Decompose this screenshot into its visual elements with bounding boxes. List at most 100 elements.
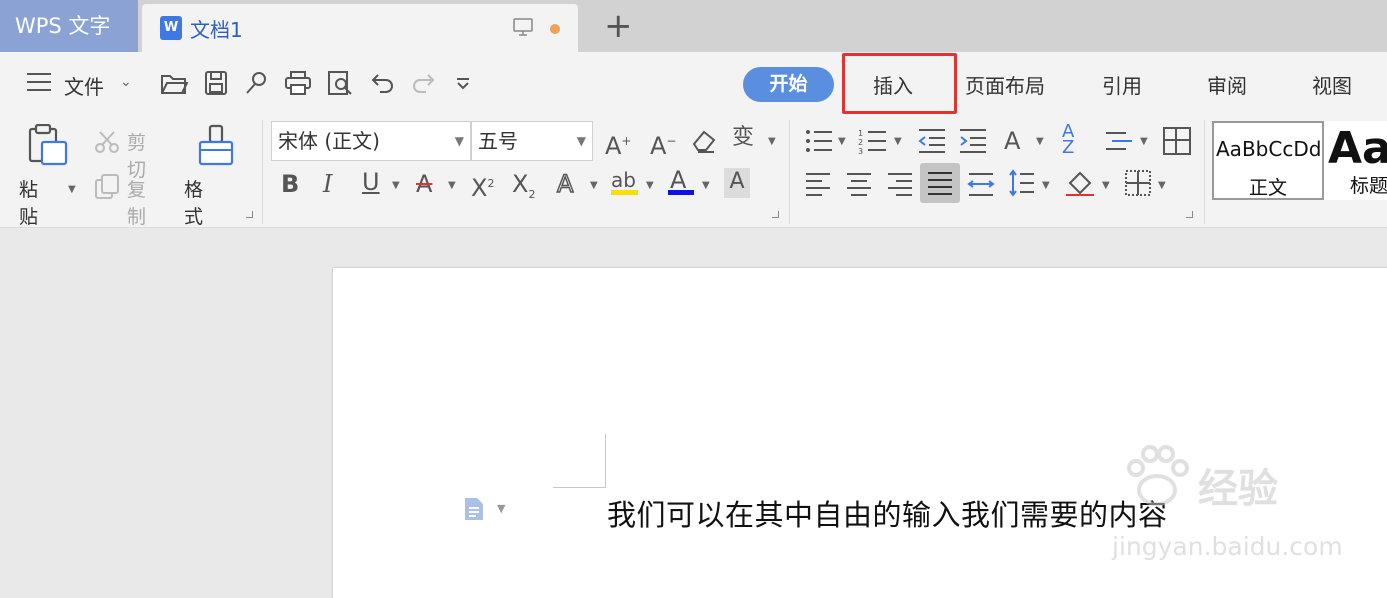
chevron-down-icon[interactable]: ▼: [838, 136, 846, 147]
chevron-down-icon[interactable]: ▼: [702, 180, 710, 191]
style-name: 正文: [1248, 177, 1287, 199]
document-tab[interactable]: W 文档1: [142, 4, 578, 52]
margin-guide: [605, 434, 606, 488]
tab-references[interactable]: 引用: [1102, 70, 1142, 99]
file-menu[interactable]: 文件: [64, 71, 104, 100]
margin-guide: [553, 487, 606, 488]
align-center-icon[interactable]: [845, 171, 873, 197]
paragraph-dialog-launcher-icon[interactable]: [1186, 211, 1193, 218]
show-hide-marks-icon[interactable]: [1104, 128, 1134, 154]
clear-formatting-eraser-icon[interactable]: [690, 128, 718, 154]
subscript-icon[interactable]: X2: [512, 170, 535, 209]
chevron-down-icon[interactable]: ▼: [455, 122, 464, 160]
chevron-down-icon[interactable]: ▼: [768, 136, 776, 147]
font-size-combo[interactable]: 五号 ▼: [471, 121, 593, 161]
tab-review[interactable]: 审阅: [1207, 70, 1247, 99]
new-tab-plus-icon[interactable]: +: [604, 8, 633, 44]
paste-dropdown-icon[interactable]: ▼: [68, 184, 76, 195]
tab-page-layout[interactable]: 页面布局: [965, 70, 1045, 99]
borders-icon[interactable]: [1124, 169, 1152, 197]
cut-button[interactable]: 剪切: [127, 128, 146, 182]
document-body-text[interactable]: 我们可以在其中自由的输入我们需要的内容: [607, 492, 1168, 534]
phonetic-guide-icon[interactable]: 变: [732, 124, 754, 152]
app-tab[interactable]: WPS 文字: [0, 0, 138, 52]
chevron-down-icon[interactable]: ▼: [894, 136, 902, 147]
undo-icon[interactable]: [368, 70, 396, 96]
tab-start[interactable]: 开始: [743, 67, 834, 102]
svg-text:1: 1: [858, 129, 863, 138]
wps-window: WPS 文字 W 文档1 + 文件 ⌄ 开始 插入 页面布局 引用 审阅 视图 …: [0, 0, 1387, 598]
output-pdf-icon[interactable]: [243, 70, 271, 96]
font-name-value: 宋体 (正文): [278, 129, 380, 153]
format-painter-icon[interactable]: [196, 124, 236, 166]
chevron-down-icon[interactable]: ▼: [448, 180, 456, 191]
shading-bucket-icon[interactable]: [1064, 169, 1096, 197]
font-name-combo[interactable]: 宋体 (正文) ▼: [271, 121, 471, 161]
style-sample: AaBbCcDd: [1216, 137, 1322, 161]
character-spacing-icon[interactable]: A: [1004, 127, 1020, 155]
font-color-bar: [668, 190, 694, 195]
chevron-down-icon[interactable]: ▼: [590, 180, 598, 191]
chevron-down-icon[interactable]: ▼: [646, 180, 654, 191]
bold-icon[interactable]: B: [281, 170, 299, 198]
justify-button[interactable]: [920, 163, 960, 203]
justify-icon: [928, 172, 952, 195]
superscript-icon[interactable]: X2: [471, 170, 494, 202]
print-icon[interactable]: [284, 70, 312, 96]
save-icon[interactable]: [202, 70, 230, 96]
character-shading-icon[interactable]: A: [724, 168, 750, 198]
numbering-icon[interactable]: 123: [858, 128, 888, 154]
line-spacing-icon[interactable]: [1008, 169, 1036, 197]
bullets-icon[interactable]: [804, 128, 834, 154]
distributed-align-icon[interactable]: [967, 171, 995, 197]
highlight-color-bar: [611, 190, 638, 195]
style-normal[interactable]: AaBbCcDd 正文: [1212, 121, 1324, 200]
paragraph-layout-icon[interactable]: [463, 497, 485, 521]
style-name: 标题: [1350, 175, 1387, 197]
style-heading[interactable]: Aa 标题: [1324, 121, 1387, 200]
copy-button[interactable]: 复制: [127, 175, 146, 229]
font-size-value: 五号: [478, 129, 518, 153]
sort-icon[interactable]: AZ: [1062, 123, 1074, 157]
tab-insert[interactable]: 插入: [873, 70, 913, 99]
scissors-icon: [95, 131, 119, 153]
watermark-brand: 经验: [1198, 466, 1278, 512]
chevron-down-icon[interactable]: ▼: [577, 122, 586, 160]
grow-font-icon[interactable]: A+: [605, 127, 631, 160]
chevron-down-icon[interactable]: ▼: [1140, 136, 1148, 147]
increase-indent-icon[interactable]: [958, 128, 988, 154]
tab-view[interactable]: 视图: [1312, 70, 1352, 99]
chevron-down-icon[interactable]: ▼: [497, 502, 505, 515]
strikethrough-icon[interactable]: A: [416, 170, 432, 198]
chevron-down-icon[interactable]: ⌄: [120, 74, 132, 90]
chevron-down-icon[interactable]: ▼: [1102, 180, 1110, 191]
chevron-down-icon[interactable]: ▼: [1042, 180, 1050, 191]
italic-icon[interactable]: I: [323, 170, 332, 198]
customize-toolbar-icon[interactable]: [452, 70, 480, 96]
chevron-down-icon[interactable]: ▼: [392, 180, 400, 191]
font-dialog-launcher-icon[interactable]: [772, 211, 779, 218]
title-bar: WPS 文字 W 文档1 +: [0, 0, 1387, 52]
print-preview-icon[interactable]: [326, 70, 354, 96]
redo-icon[interactable]: [410, 70, 438, 96]
align-left-icon[interactable]: [804, 171, 832, 197]
open-folder-icon[interactable]: [160, 70, 188, 96]
watermark-url: jingyan.baidu.com: [1112, 532, 1343, 561]
clipboard-dialog-launcher-icon[interactable]: [246, 211, 253, 218]
unsaved-dot-icon: [550, 24, 560, 34]
monitor-icon[interactable]: [512, 18, 534, 36]
chevron-down-icon[interactable]: ▼: [1158, 180, 1166, 191]
paste-button[interactable]: 粘贴: [19, 175, 38, 229]
wps-writer-icon: W: [160, 16, 182, 40]
menu-hamburger-icon[interactable]: [27, 73, 51, 91]
shrink-font-icon[interactable]: A−: [650, 127, 676, 160]
text-effect-icon[interactable]: A: [556, 169, 574, 199]
paste-icon[interactable]: [24, 124, 70, 166]
underline-icon[interactable]: U: [362, 168, 380, 196]
table-icon[interactable]: [1162, 126, 1192, 156]
style-sample: Aa: [1328, 123, 1387, 174]
chevron-down-icon[interactable]: ▼: [1036, 136, 1044, 147]
decrease-indent-icon[interactable]: [917, 128, 947, 154]
copy-icon: [95, 174, 119, 199]
align-right-icon[interactable]: [886, 171, 914, 197]
